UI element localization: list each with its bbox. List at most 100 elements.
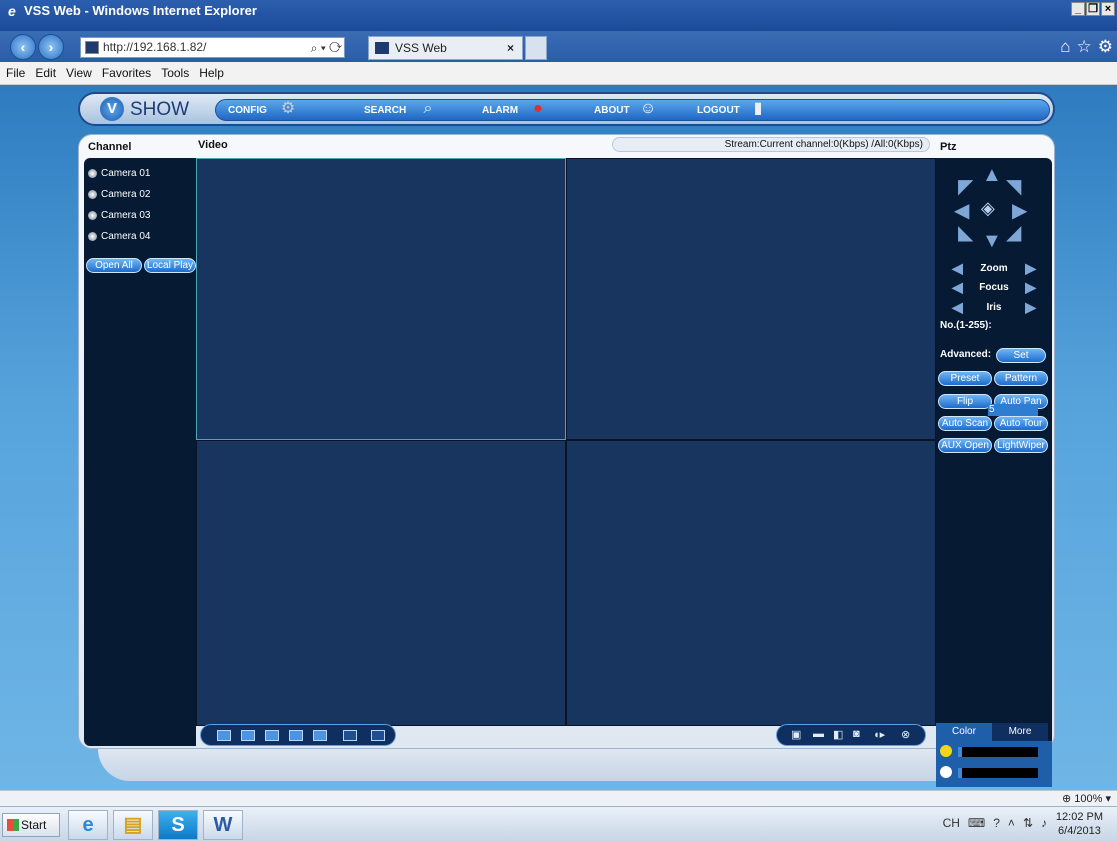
record-icon[interactable]: ◧ [833, 728, 843, 741]
browser-tab[interactable]: VSS Web × [368, 36, 523, 60]
file-explorer-icon[interactable]: ▤ [113, 810, 153, 840]
volume-icon[interactable]: ♪ [1041, 816, 1047, 830]
snapshot-icon[interactable]: ▣ [791, 728, 801, 741]
layout-16-icon[interactable] [343, 730, 357, 741]
nav-config[interactable]: CONFIG [228, 105, 267, 116]
menu-edit[interactable]: Edit [35, 66, 56, 80]
ptz-up-left-arrow-icon[interactable]: ◤ [958, 174, 973, 199]
focus-label: Focus [979, 282, 1009, 293]
network-icon[interactable]: ⇅ [1023, 816, 1033, 830]
zoom-out-icon[interactable]: ◀ [952, 260, 963, 277]
skype-icon[interactable]: S [158, 810, 198, 840]
ptz-up-arrow-icon[interactable]: ▲ [982, 164, 1002, 187]
video-window-4[interactable] [566, 440, 936, 726]
ptz-up-right-arrow-icon[interactable]: ◥ [1006, 174, 1021, 199]
menu-tools[interactable]: Tools [161, 66, 189, 80]
system-clock[interactable]: 12:02 PM 6/4/2013 [1056, 810, 1103, 838]
word-icon[interactable]: W [203, 810, 243, 840]
start-button[interactable]: Start [2, 813, 60, 837]
nav-alarm[interactable]: ALARM [482, 105, 518, 116]
focus-far-icon[interactable]: ▶ [1025, 279, 1036, 296]
settings-gear-icon[interactable]: ⚙ [1098, 37, 1113, 57]
tab-close-icon[interactable]: × [507, 37, 514, 59]
ptz-down-right-arrow-icon[interactable]: ◢ [1006, 220, 1021, 245]
door-icon[interactable]: ▮ [746, 96, 770, 122]
zoom-in-icon[interactable]: ▶ [1025, 260, 1036, 277]
tab-color[interactable]: Color [936, 723, 992, 741]
fullscreen-icon[interactable]: ▬ [813, 728, 824, 740]
brightness-track[interactable] [958, 747, 1038, 757]
brightness-slider[interactable] [940, 745, 1038, 758]
set-button[interactable]: Set [996, 348, 1046, 363]
menu-file[interactable]: File [6, 66, 25, 80]
lightwiper-button[interactable]: LightWiper [994, 438, 1048, 453]
local-play-button[interactable]: Local Play [144, 258, 196, 273]
preset-number-label: No.(1-255): [940, 320, 992, 331]
camera-item[interactable]: Camera 04 [88, 231, 150, 242]
audio-icon[interactable]: ◖▸ [873, 728, 885, 741]
window-title-bar: e VSS Web - Windows Internet Explorer _ … [0, 0, 1117, 31]
language-indicator[interactable]: CH [943, 816, 960, 830]
ptz-center-icon[interactable]: ◈ [981, 198, 995, 219]
new-tab-button[interactable] [525, 36, 547, 60]
help-icon[interactable]: ? [993, 816, 1000, 830]
iris-close-icon[interactable]: ◀ [952, 299, 963, 316]
video-area [196, 158, 936, 726]
layout-1-icon[interactable] [217, 730, 231, 741]
video-window-2[interactable] [566, 158, 936, 440]
restore-button[interactable]: ❐ [1086, 2, 1100, 16]
internet-explorer-icon[interactable]: e [68, 810, 108, 840]
windows-flag-icon [7, 819, 19, 831]
smiley-icon[interactable]: ☺ [636, 96, 660, 122]
siren-icon[interactable]: ● [526, 96, 550, 122]
video-window-1[interactable] [196, 158, 566, 440]
magnifier-icon[interactable]: ⌕ [416, 96, 440, 122]
pattern-button[interactable]: Pattern [994, 371, 1048, 386]
preset-button[interactable]: Preset [938, 371, 992, 386]
close-all-icon[interactable]: ⊗ [901, 728, 910, 741]
brightness-fill [958, 747, 962, 757]
address-tools[interactable]: ⌕ ▾ ⟳ [311, 39, 342, 58]
nav-about[interactable]: ABOUT [594, 105, 630, 116]
contrast-track[interactable] [958, 768, 1038, 778]
close-button[interactable]: × [1101, 2, 1115, 16]
contrast-slider[interactable] [940, 766, 1038, 779]
layout-4-icon[interactable] [241, 730, 255, 741]
aux-open-button[interactable]: AUX Open [938, 438, 992, 453]
auto-tour-button[interactable]: Auto Tour [994, 416, 1048, 431]
back-button[interactable]: ‹ [10, 34, 36, 60]
menu-view[interactable]: View [66, 66, 92, 80]
home-icon[interactable]: ⌂ [1060, 37, 1070, 57]
address-bar[interactable]: http://192.168.1.82/ ⌕ ▾ ⟳ [80, 37, 345, 58]
minimize-button[interactable]: _ [1071, 2, 1085, 16]
menu-help[interactable]: Help [199, 66, 224, 80]
nav-logout[interactable]: LOGOUT [697, 105, 740, 116]
camera-capture-icon[interactable]: ◙ [853, 728, 860, 740]
camera-item[interactable]: Camera 01 [88, 168, 150, 179]
focus-near-icon[interactable]: ◀ [952, 279, 963, 296]
nav-search[interactable]: SEARCH [364, 105, 406, 116]
layout-9-icon[interactable] [313, 730, 327, 741]
favorites-star-icon[interactable]: ☆ [1077, 37, 1092, 57]
keyboard-icon[interactable]: ⌨ [968, 816, 985, 830]
layout-25-icon[interactable] [371, 730, 385, 741]
gear-icon[interactable]: ⚙ [276, 96, 300, 122]
preset-number-input[interactable]: 5 [988, 404, 1038, 416]
menu-favorites[interactable]: Favorites [102, 66, 151, 80]
open-all-button[interactable]: Open All [86, 258, 142, 273]
layout-8-icon[interactable] [289, 730, 303, 741]
forward-button[interactable]: › [38, 34, 64, 60]
show-hidden-icons[interactable]: ˄ [1008, 816, 1015, 830]
ptz-down-arrow-icon[interactable]: ▼ [982, 230, 1002, 253]
zoom-level[interactable]: ⊕ 100% ▾ [1062, 792, 1111, 805]
flip-button[interactable]: Flip [938, 394, 992, 409]
video-window-3[interactable] [196, 440, 566, 726]
camera-item[interactable]: Camera 02 [88, 189, 150, 200]
contrast-icon [940, 766, 952, 778]
tab-more[interactable]: More [992, 723, 1048, 741]
layout-6-icon[interactable] [265, 730, 279, 741]
iris-open-icon[interactable]: ▶ [1025, 299, 1036, 316]
auto-scan-button[interactable]: Auto Scan [938, 416, 992, 431]
ptz-down-left-arrow-icon[interactable]: ◣ [958, 220, 973, 245]
camera-item[interactable]: Camera 03 [88, 210, 150, 221]
